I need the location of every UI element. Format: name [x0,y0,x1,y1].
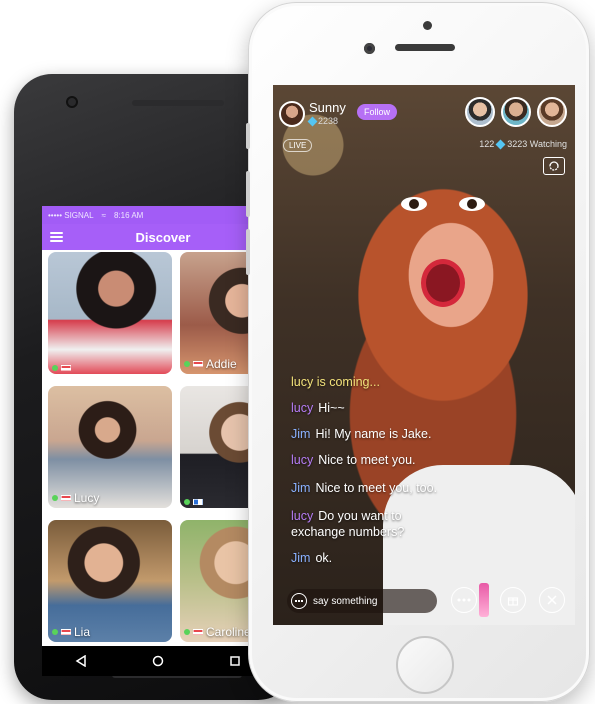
profile-tile[interactable]: Lia [48,520,172,642]
ribbon-decoration [479,583,489,617]
volume-up-button [246,171,250,217]
viewer-avatar[interactable] [465,97,495,127]
page-title: Discover [135,229,191,245]
chat-username[interactable]: Jim [291,481,310,495]
online-dot [184,629,190,635]
app-bar: Discover [42,224,274,250]
gift-icon[interactable] [500,587,526,613]
chat-username[interactable]: lucy [291,509,313,523]
android-speaker [132,100,224,106]
flag-icon [193,361,203,367]
host-avatar[interactable] [279,101,305,127]
profile-tile[interactable]: Lucy [48,386,172,508]
close-icon[interactable] [539,587,565,613]
chat-text: ok. [315,551,333,565]
back-icon[interactable] [66,651,96,671]
status-time: 8:16 AM [113,210,144,220]
online-dot [184,499,190,505]
stream-video-eye [459,197,485,211]
stream-stats: 122 3223 Watching [479,139,567,149]
stream-diamond-count: 122 [479,139,495,149]
flag-icon [193,499,203,505]
chat-message: Jim Nice to meet you, too. [291,481,437,495]
chat-message: Jim ok. [291,551,332,565]
viewer-avatar[interactable] [501,97,531,127]
android-camera [66,96,78,108]
mute-switch [246,123,250,149]
live-badge: LIVE [283,139,313,152]
chat-username[interactable]: lucy [291,401,313,415]
discover-screen: ••••• SIGNAL ≈ 8:16 AM Discover Addie Lu… [42,206,274,676]
chat-text: Nice to meet you, too. [315,481,438,495]
android-nav-bar [42,646,274,676]
menu-icon[interactable] [50,232,63,242]
profile-name: Lia [74,625,91,639]
flag-icon [61,495,71,501]
front-camera [364,43,375,54]
online-dot [52,365,58,371]
chat-message: exchange numbers? [291,525,404,539]
profile-name: Addie [206,357,237,371]
follow-button[interactable]: Follow [357,104,398,120]
watching-count: 3223 Watching [507,139,567,149]
chat-message: lucy Do you want to [291,509,402,523]
chat-text: Hi~~ [318,401,345,415]
live-stream-screen: Sunny 2238 Follow LIVE 122 3223 Watching… [273,85,575,625]
chat-message: lucy Hi~~ [291,401,345,415]
home-icon[interactable] [143,651,173,671]
chat-input[interactable]: say something [287,589,437,613]
volume-down-button [246,229,250,275]
chat-text: Hi! My name is Jake. [315,427,432,441]
flag-icon [61,629,71,635]
carrier-label: ••••• SIGNAL [48,210,94,220]
recents-icon[interactable] [220,651,250,671]
chat-text: Do you want to [318,509,402,523]
chat-username[interactable]: Jim [291,551,310,565]
host-diamond-count: 2238 [318,116,339,126]
online-dot [52,629,58,635]
switch-camera-icon[interactable] [543,157,565,175]
sensor-dot [423,21,432,30]
diamond-icon [307,116,318,126]
stream-video-eye [401,197,427,211]
chat-input-placeholder: say something [313,595,378,607]
stream-video-mouth [421,259,465,307]
host-name: Sunny [309,100,346,115]
diamond-icon [495,139,506,149]
flag-icon [61,365,71,371]
earpiece-speaker [395,44,455,51]
chat-text: lucy is coming... [291,375,380,389]
chat-message: lucy is coming... [291,375,380,389]
profile-tile[interactable] [48,252,172,374]
chat-message: Jim Hi! My name is Jake. [291,427,431,441]
chat-text: Nice to meet you. [318,453,416,467]
wifi-icon: ≈ [101,210,106,220]
chat-text: exchange numbers? [291,525,405,539]
chat-icon [291,593,307,609]
online-dot [184,361,190,367]
profile-name: Lucy [74,491,100,505]
chat-username[interactable]: Jim [291,427,310,441]
viewer-avatar[interactable] [537,97,567,127]
home-button[interactable] [396,636,454,694]
online-dot [52,495,58,501]
host-diamonds: 2238 [307,116,339,126]
chat-username[interactable]: lucy [291,453,313,467]
chat-message: lucy Nice to meet you. [291,453,416,467]
status-bar: ••••• SIGNAL ≈ 8:16 AM [42,206,274,224]
iphone: Sunny 2238 Follow LIVE 122 3223 Watching… [246,2,590,702]
profile-name: Caroline [206,625,251,639]
more-icon[interactable] [451,587,477,613]
flag-icon [193,629,203,635]
